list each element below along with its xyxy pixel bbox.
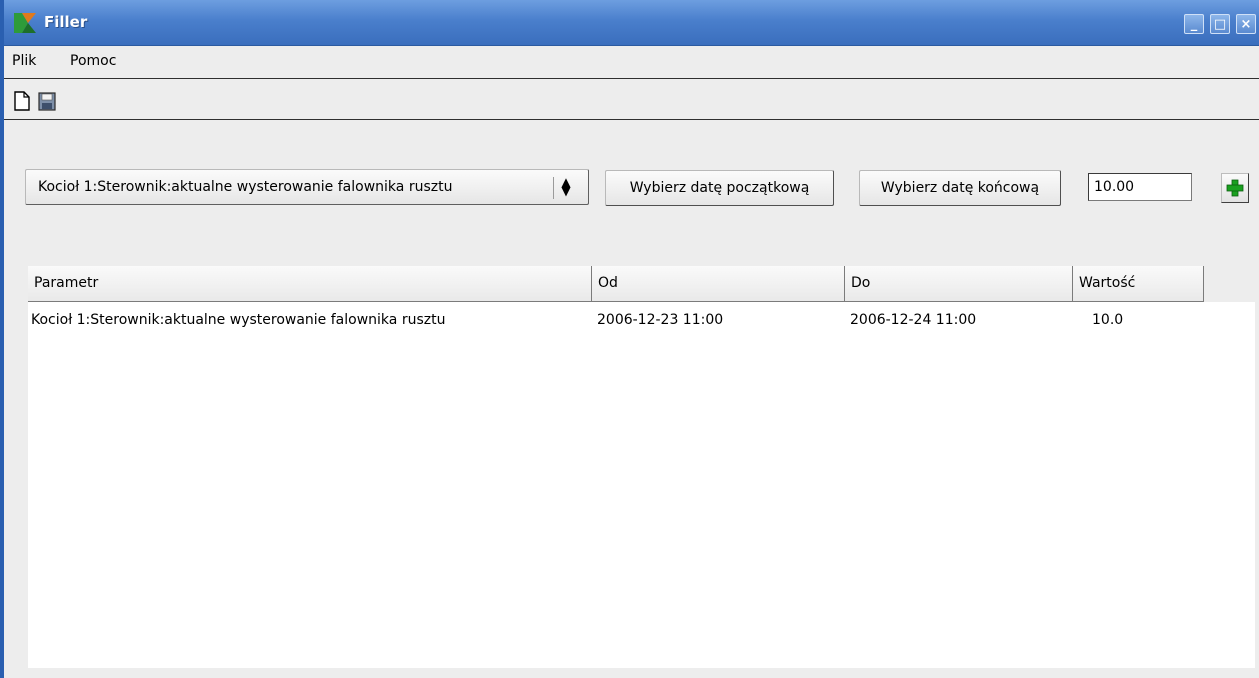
table-header: Parametr Od Do Wartość [28,266,1255,302]
add-button[interactable] [1221,173,1249,203]
parameter-select-value: Kocioł 1:Sterownik:aktualne wysterowanie… [38,179,453,195]
title-bar[interactable]: Filler _ □ × [4,0,1259,46]
window-title: Filler [44,13,88,31]
new-document-icon[interactable] [12,90,32,112]
menu-pomoc[interactable]: Pomoc [70,53,116,69]
combo-separator [553,177,554,199]
app-window: Filler _ □ × Plik Pomoc Kocioł 1:Sterown… [0,0,1259,678]
toolbar [4,80,1259,120]
cell-do: 2006-12-24 11:00 [850,312,977,328]
menu-bar: Plik Pomoc [4,46,1259,79]
updown-arrow-icon: ▲ ▼ [561,175,571,198]
cell-parametr: Kocioł 1:Sterownik:aktualne wysterowanie… [31,312,446,328]
parameter-select[interactable]: Kocioł 1:Sterownik:aktualne wysterowanie… [25,169,589,205]
close-button[interactable]: × [1236,14,1256,34]
value-input[interactable] [1088,173,1192,201]
save-icon[interactable] [37,90,57,112]
end-date-button[interactable]: Wybierz datę końcową [859,170,1061,206]
column-header-parametr[interactable]: Parametr [28,266,592,302]
minimize-button[interactable]: _ [1184,14,1204,34]
column-header-do[interactable]: Do [845,266,1073,302]
plus-icon [1226,179,1244,197]
column-header-od[interactable]: Od [592,266,845,302]
app-logo-icon [14,13,36,33]
maximize-button[interactable]: □ [1210,14,1230,34]
data-table: Parametr Od Do Wartość Kocioł 1:Sterowni… [28,266,1255,668]
menu-plik[interactable]: Plik [12,53,36,69]
start-date-button[interactable]: Wybierz datę początkową [605,170,834,206]
column-header-wartosc[interactable]: Wartość [1073,266,1204,302]
cell-wartosc: 10.0 [1092,312,1124,328]
cell-od: 2006-12-23 11:00 [597,312,724,328]
